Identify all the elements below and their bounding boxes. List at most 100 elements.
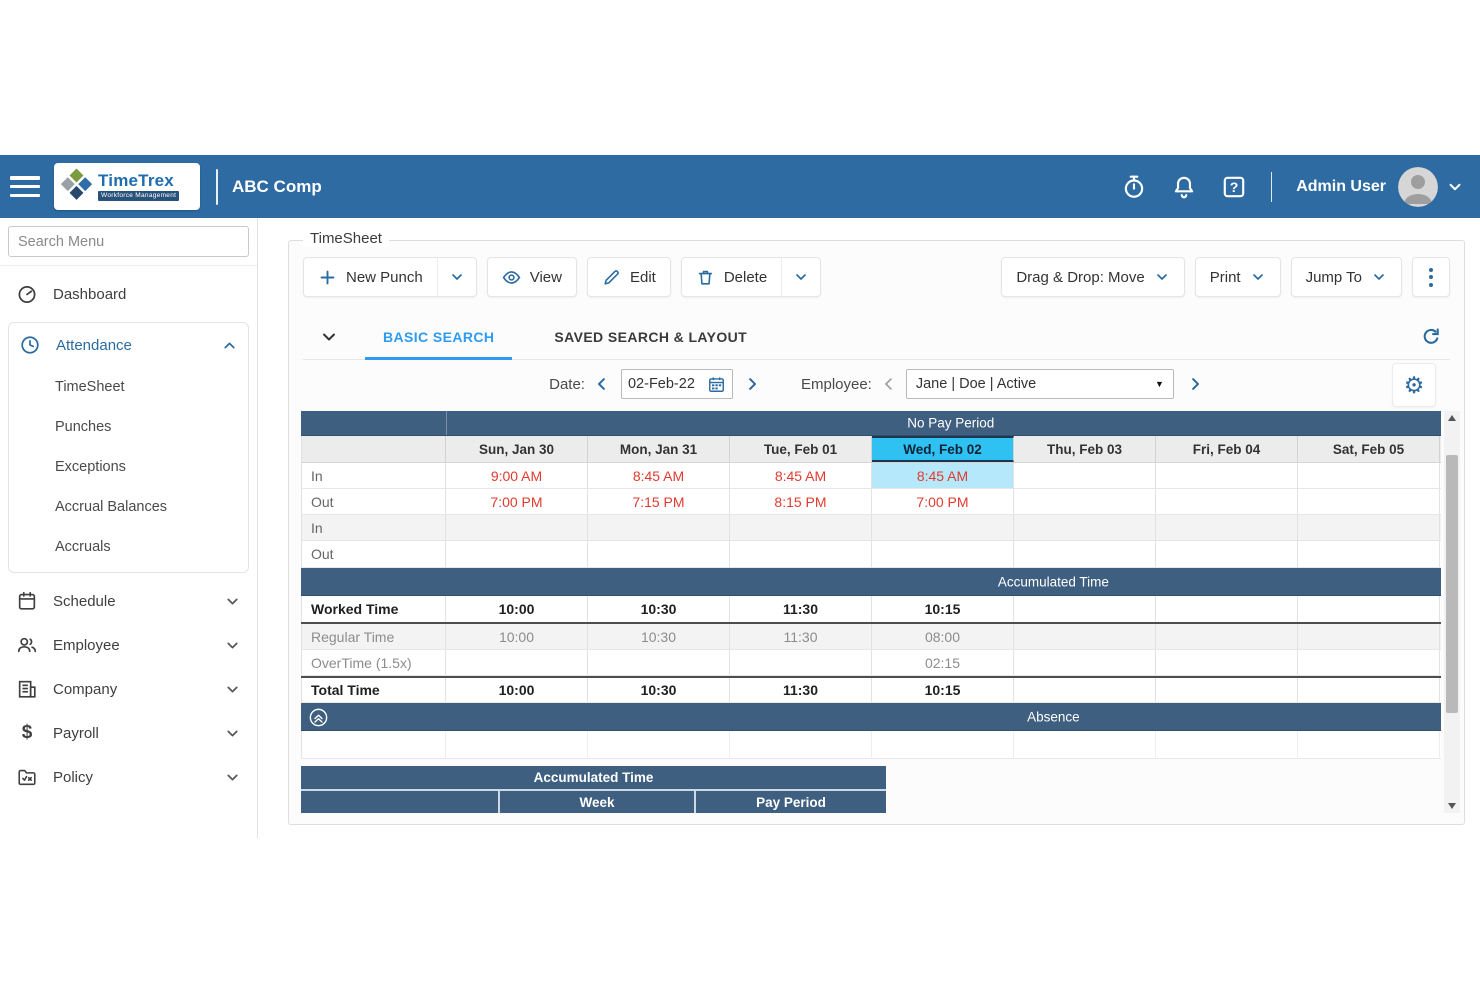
more-options-kebab-icon[interactable] — [1412, 257, 1450, 297]
punch-cell[interactable] — [1156, 463, 1298, 488]
punch-cell[interactable]: 7:00 PM — [446, 489, 588, 514]
day-header-cell[interactable]: Wed, Feb 02 — [872, 436, 1014, 462]
print-label: Print — [1210, 269, 1241, 286]
absence-cell[interactable] — [1298, 731, 1440, 758]
punch-cell[interactable] — [1156, 515, 1298, 540]
absence-cell[interactable] — [446, 731, 588, 758]
next-date-chevron-icon[interactable] — [743, 375, 761, 393]
tab-saved-search-layout[interactable]: SAVED SEARCH & LAYOUT — [550, 315, 751, 359]
sidebar-item-policy[interactable]: Policy — [0, 755, 257, 799]
search-menu-input[interactable] — [8, 226, 249, 257]
chevron-down-icon[interactable] — [224, 593, 241, 610]
sidebar-item-timesheet[interactable]: TimeSheet — [9, 367, 248, 407]
date-input[interactable]: 02-Feb-22 — [621, 369, 733, 399]
new-punch-button[interactable]: New Punch — [304, 258, 437, 296]
punch-cell[interactable]: 9:00 AM — [446, 463, 588, 488]
collapse-absence-icon[interactable] — [308, 707, 329, 728]
day-header-cell[interactable]: Sat, Feb 05 — [1298, 436, 1440, 462]
punch-cell[interactable] — [1298, 541, 1440, 567]
collapse-search-chevron-icon[interactable] — [319, 327, 339, 347]
absence-cell[interactable] — [730, 731, 872, 758]
chevron-down-icon[interactable] — [224, 769, 241, 786]
sidebar-item-company[interactable]: Company — [0, 667, 257, 711]
delete-dropdown[interactable] — [781, 258, 820, 296]
sidebar-item-accruals[interactable]: Accruals — [9, 527, 248, 567]
punch-cell[interactable] — [588, 515, 730, 540]
punch-cell[interactable] — [1298, 515, 1440, 540]
punch-cell[interactable]: 8:45 AM — [872, 463, 1014, 488]
settings-gear-icon[interactable]: ⚙ — [1392, 363, 1436, 407]
sidebar-item-employee[interactable]: Employee — [0, 623, 257, 667]
sidebar-item-exceptions[interactable]: Exceptions — [9, 447, 248, 487]
refresh-icon[interactable] — [1420, 326, 1442, 348]
punch-cell[interactable]: 7:15 PM — [588, 489, 730, 514]
print-button[interactable]: Print — [1195, 257, 1281, 297]
sidebar-item-punches[interactable]: Punches — [9, 407, 248, 447]
punch-cell[interactable]: 8:15 PM — [730, 489, 872, 514]
day-header-cell[interactable]: Mon, Jan 31 — [588, 436, 730, 462]
sidebar-item-attendance[interactable]: Attendance — [9, 323, 248, 367]
sidebar-item-accrual-balances[interactable]: Accrual Balances — [9, 487, 248, 527]
previous-date-chevron-icon[interactable] — [593, 375, 611, 393]
day-header-cell[interactable]: Fri, Feb 04 — [1156, 436, 1298, 462]
search-tab-row: BASIC SEARCH SAVED SEARCH & LAYOUT — [303, 315, 1450, 360]
new-punch-dropdown[interactable] — [437, 258, 476, 296]
punch-cell[interactable] — [588, 541, 730, 567]
absence-cell[interactable] — [1156, 731, 1298, 758]
previous-employee-chevron-icon[interactable] — [880, 375, 898, 393]
sidebar-item-schedule[interactable]: Schedule — [0, 579, 257, 623]
day-header-cell[interactable]: Sun, Jan 30 — [446, 436, 588, 462]
delete-button[interactable]: Delete — [682, 258, 781, 296]
employee-select[interactable]: Jane | Doe | Active ▼ — [906, 369, 1174, 399]
view-button[interactable]: View — [487, 257, 577, 297]
punch-cell[interactable]: 8:45 AM — [730, 463, 872, 488]
user-menu-chevron-icon[interactable] — [1446, 178, 1464, 196]
avatar[interactable] — [1398, 167, 1438, 207]
chevron-down-icon[interactable] — [224, 681, 241, 698]
notifications-bell-icon[interactable] — [1171, 174, 1197, 200]
punch-cell[interactable] — [1298, 489, 1440, 514]
sidebar-item-payroll[interactable]: $ Payroll — [0, 711, 257, 755]
scroll-down-arrow-icon[interactable] — [1444, 799, 1460, 813]
punch-cell[interactable] — [872, 541, 1014, 567]
sidebar-item-dashboard[interactable]: Dashboard — [0, 272, 257, 316]
chevron-down-icon[interactable] — [224, 725, 241, 742]
tab-basic-search[interactable]: BASIC SEARCH — [379, 315, 498, 359]
punch-cell[interactable] — [1156, 489, 1298, 514]
punch-cell[interactable] — [1014, 463, 1156, 488]
day-header-cell[interactable]: Tue, Feb 01 — [730, 436, 872, 462]
absence-cell[interactable] — [588, 731, 730, 758]
absence-cell[interactable] — [1014, 731, 1156, 758]
scroll-up-arrow-icon[interactable] — [1444, 411, 1460, 425]
drag-drop-mode-button[interactable]: Drag & Drop: Move — [1001, 257, 1184, 297]
menu-icon[interactable] — [10, 176, 40, 197]
punch-cell[interactable] — [730, 541, 872, 567]
punch-cell[interactable] — [446, 541, 588, 567]
accumulated-cell — [1298, 624, 1440, 649]
punch-cell[interactable]: 8:45 AM — [588, 463, 730, 488]
chevron-down-icon[interactable] — [224, 637, 241, 654]
edit-button[interactable]: Edit — [587, 257, 671, 297]
punch-cell[interactable] — [1014, 515, 1156, 540]
brand-name: TimeTrex — [98, 172, 179, 189]
punch-cell[interactable] — [1014, 541, 1156, 567]
punch-cell[interactable] — [446, 515, 588, 540]
punch-cell[interactable] — [872, 515, 1014, 540]
brand-logo[interactable]: TimeTrex Workforce Management — [54, 163, 200, 210]
jump-to-button[interactable]: Jump To — [1291, 257, 1402, 297]
accumulated-cell — [1298, 678, 1440, 702]
calendar-picker-icon[interactable] — [707, 375, 726, 394]
day-header-cell[interactable]: Thu, Feb 03 — [1014, 436, 1156, 462]
next-employee-chevron-icon[interactable] — [1186, 375, 1204, 393]
scrollbar-thumb[interactable] — [1446, 455, 1458, 713]
punch-cell[interactable] — [1014, 489, 1156, 514]
punch-cell[interactable] — [1156, 541, 1298, 567]
chevron-up-icon[interactable] — [221, 337, 238, 354]
help-icon[interactable]: ? — [1221, 174, 1247, 200]
absence-cell[interactable] — [872, 731, 1014, 758]
punch-cell[interactable]: 7:00 PM — [872, 489, 1014, 514]
vertical-scrollbar[interactable] — [1444, 411, 1460, 813]
punch-cell[interactable] — [730, 515, 872, 540]
punch-cell[interactable] — [1298, 463, 1440, 488]
stopwatch-icon[interactable] — [1121, 174, 1147, 200]
